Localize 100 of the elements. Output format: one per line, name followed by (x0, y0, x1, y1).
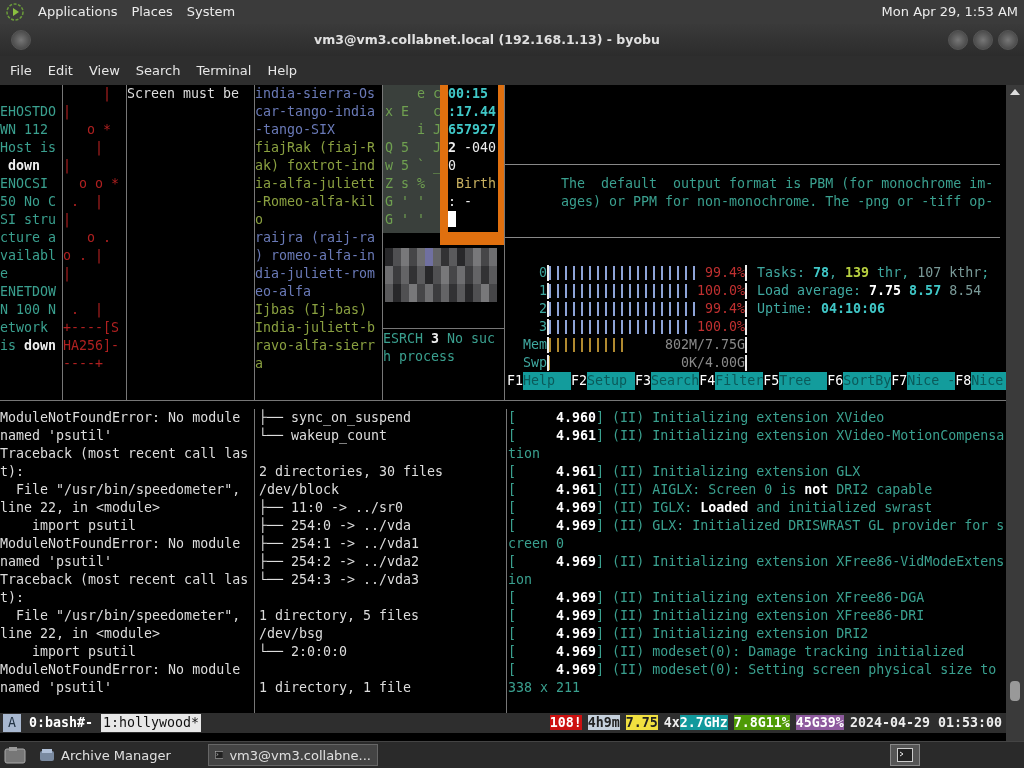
status-indicator: 2.7GHz (679, 714, 728, 730)
menu-item[interactable]: File (2, 62, 40, 78)
workspace-switcher[interactable] (890, 744, 920, 766)
meter-label: 2 (538, 299, 547, 318)
task-button[interactable]: vm3@vm3.collabne... (208, 744, 378, 766)
terminal-line: is down (0, 337, 57, 353)
tree-line: └── 2:0:0:0 (259, 643, 348, 659)
log-message: (II) Initializing extension XFree86-DGA (612, 589, 925, 605)
ascii-art-line: . | (70, 301, 104, 317)
terminal-line: ENOCSI (0, 175, 49, 191)
ascii-art-line: | (102, 85, 112, 101)
task-button[interactable]: Archive Manager (32, 744, 202, 766)
meter-reading: 100.0% (692, 317, 745, 336)
panel-menu[interactable]: System (186, 4, 236, 20)
terminal-line: EHOSTDO (0, 103, 57, 119)
tree-line: ├── 11:0 -> ../sr0 (259, 499, 404, 515)
show-desktop-icon[interactable] (4, 746, 26, 764)
terminal-line: Host is (0, 139, 57, 155)
matrix-line: G ' ' (385, 193, 426, 209)
log-timestamp: [ 4.969] (508, 607, 605, 623)
panel-clock[interactable]: Mon Apr 29, 1:53 AM (881, 4, 1018, 20)
log-timestamp: [ 4.961] (508, 481, 605, 497)
word-line: ia-alfa-juliett (255, 175, 376, 191)
terminal-icon (897, 748, 913, 762)
menu-item[interactable]: Search (127, 62, 189, 78)
status-indicator: 4h9m (587, 714, 620, 730)
terminal-line: e (0, 265, 8, 281)
terminal-line: t): (0, 589, 25, 605)
ascii-art-line: o o * (78, 175, 120, 191)
matrix-line: Q 5 J (385, 139, 442, 155)
terminal-line: import psutil (31, 517, 137, 533)
status-indicator: 4x (663, 714, 680, 730)
maximize-button[interactable] (973, 29, 993, 50)
word-line: car-tango-india (255, 103, 376, 119)
log-message: creen 0 (508, 535, 565, 551)
window-tab[interactable]: 1:hollywood* (101, 713, 202, 732)
ascii-art-line: | (63, 265, 71, 281)
scrollbar-thumb[interactable] (1010, 681, 1020, 702)
meter-label: 3 (538, 317, 547, 336)
meter-reading: 802M/7.75G (663, 335, 745, 354)
clock-line: Birth (455, 175, 497, 191)
scroll-up-icon[interactable] (1010, 87, 1020, 95)
log-message: (II) modeset(0): Setting screen physical size to (612, 661, 997, 677)
terminal-line: WN 112 (0, 121, 49, 137)
meter-reading: 0K/4.00G (679, 353, 745, 372)
menu-item[interactable]: Terminal (188, 62, 260, 78)
word-line: -tango-SIX (255, 121, 336, 137)
ascii-art-line: | (63, 157, 71, 173)
ascii-art-line: . | (70, 193, 104, 209)
terminal-line: etwork (0, 319, 49, 335)
status-indicator: 45G39% (795, 714, 844, 730)
terminal-line: ModuleNotFoundError: No module (0, 535, 241, 551)
terminal-line: h process (383, 348, 456, 364)
matrix-line: e c (416, 85, 442, 101)
meter-label: 0 (538, 263, 547, 282)
panel-menu[interactable]: Places (131, 4, 173, 20)
matrix-line: i J (416, 121, 442, 137)
terminal-line: named 'psutil' (0, 679, 113, 695)
tree-line: 1 directory, 1 file (259, 679, 412, 695)
log-timestamp: [ 4.961] (508, 427, 605, 443)
log-timestamp: [ 4.969] (508, 661, 605, 677)
minimize-button[interactable] (948, 29, 968, 50)
applications-logo-icon[interactable] (6, 3, 24, 21)
word-line: -Romeo-alfa-kil (255, 193, 376, 209)
ascii-art-line: ----+ (63, 355, 104, 371)
stats-line: Uptime: 04:10:06 (757, 300, 886, 316)
log-message: tion (508, 445, 541, 461)
log-message: (II) Initializing extension XFree86-VidModeExtens (612, 553, 1005, 569)
word-line: India-juliett-b (255, 319, 376, 335)
word-line: dia-juliett-rom (255, 265, 376, 281)
status-indicator: 108! (549, 714, 582, 730)
log-timestamp: [ 4.960] (508, 409, 605, 425)
tree-line: └── 254:3 -> ../vda3 (259, 571, 420, 587)
scrollbar[interactable] (1006, 84, 1024, 742)
terminal-line: vailabl (0, 247, 57, 263)
tree-line: └── wakeup_count (259, 427, 388, 443)
tree-line: ├── 254:1 -> ../vda1 (259, 535, 420, 551)
matrix-line: x E c (385, 103, 442, 119)
ascii-art-line: HA256]- (63, 337, 120, 353)
ascii-art-line: +----[S (63, 319, 120, 335)
ascii-art-line: o . | (63, 247, 104, 263)
menu-item[interactable]: View (80, 62, 128, 78)
stats-line: Tasks: 78, 139 thr, 107 kthr; (757, 264, 990, 280)
word-line: Ijbas (Ij-bas) (255, 301, 368, 317)
close-button[interactable] (998, 29, 1018, 50)
menu-item[interactable]: Help (259, 62, 306, 78)
menu-item[interactable]: Edit (39, 62, 81, 78)
log-message: (II) modeset(0): Damage tracking initialized (612, 643, 965, 659)
log-message: (II) Initializing extension DRI2 (612, 625, 869, 641)
word-line: ak) foxtrot-ind (255, 157, 376, 173)
word-line: o (255, 211, 263, 227)
panel-menu[interactable]: Applications (38, 4, 118, 20)
log-message: 338 x 211 (508, 679, 581, 695)
ascii-art-line: | (63, 103, 71, 119)
window-menu-button[interactable] (11, 29, 31, 50)
ascii-art-line: | (94, 139, 104, 155)
clock-line: 0 (448, 157, 456, 173)
log-timestamp: [ 4.969] (508, 643, 605, 659)
terminal-line: cture a (0, 229, 57, 245)
window-tab[interactable]: 0:bash#- (27, 713, 96, 732)
